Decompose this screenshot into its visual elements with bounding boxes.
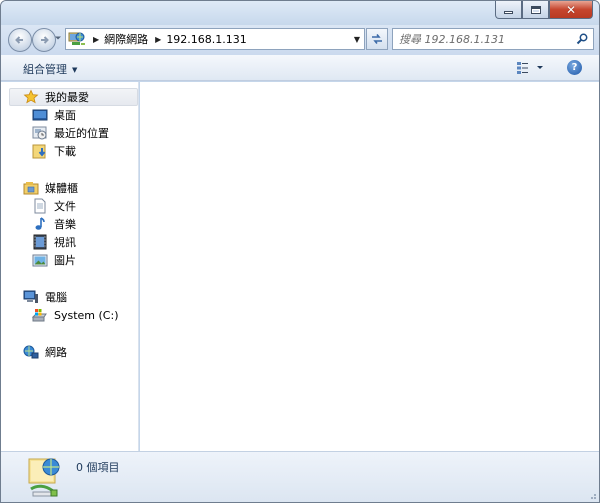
forward-button[interactable] bbox=[32, 28, 56, 52]
back-arrow-icon bbox=[15, 36, 23, 44]
search-input[interactable] bbox=[399, 32, 569, 46]
search-icon[interactable] bbox=[576, 33, 588, 45]
sidebar-item-recent-places[interactable]: 最近的位置 bbox=[32, 124, 109, 142]
sidebar-item-label: 電腦 bbox=[45, 291, 67, 304]
navigation-pane[interactable]: 我的最愛 桌面 最近的位置 下載 媒體櫃 文件 音樂 視訊 圖片 電腦 Syst… bbox=[1, 82, 139, 451]
maximize-button[interactable] bbox=[522, 1, 549, 19]
chevron-down-icon: ▼ bbox=[72, 66, 78, 74]
recent-pages-dropdown[interactable] bbox=[54, 34, 62, 42]
organize-label: 組合管理 bbox=[23, 63, 67, 76]
minimize-button[interactable] bbox=[495, 1, 522, 19]
search-box[interactable] bbox=[392, 28, 594, 50]
address-bar[interactable]: ▶ 網際網路 ▶ 192.168.1.131 ▼ bbox=[65, 28, 365, 50]
sidebar-item-computer[interactable]: 電腦 bbox=[23, 288, 67, 306]
chevron-down-icon bbox=[55, 36, 61, 40]
sidebar-item-label: 網路 bbox=[45, 346, 67, 359]
breadcrumb-separator-icon[interactable]: ▶ bbox=[155, 35, 161, 44]
view-icon bbox=[517, 62, 543, 74]
sidebar-item-label: 媒體櫃 bbox=[45, 182, 78, 195]
navigation-bar: ▶ 網際網路 ▶ 192.168.1.131 ▼ bbox=[1, 25, 599, 55]
sidebar-item-label: 圖片 bbox=[54, 254, 76, 267]
sidebar-item-network[interactable]: 網路 bbox=[23, 343, 67, 361]
caption-buttons: ✕ bbox=[495, 1, 593, 19]
sidebar-item-label: 我的最愛 bbox=[45, 91, 89, 104]
minimize-icon bbox=[504, 10, 513, 14]
explorer-window: ✕ ▶ 網際網路 ▶ 192.168.1.131 ▼ 搜尋 192.168.1.… bbox=[0, 0, 600, 503]
sidebar-item-label: 下載 bbox=[54, 145, 76, 158]
sidebar-item-system-drive[interactable]: System (C:) bbox=[31, 306, 119, 324]
network-icon bbox=[23, 344, 39, 360]
libraries-icon bbox=[23, 180, 39, 196]
sidebar-item-desktop[interactable]: 桌面 bbox=[32, 106, 76, 124]
details-pane: 0 個項目 bbox=[1, 451, 599, 502]
item-count: 0 個項目 bbox=[76, 461, 120, 474]
refresh-icon bbox=[372, 34, 382, 44]
back-button[interactable] bbox=[8, 28, 32, 52]
sidebar-item-label: 視訊 bbox=[54, 236, 76, 249]
sidebar-item-videos[interactable]: 視訊 bbox=[32, 233, 76, 251]
sidebar-item-libraries[interactable]: 媒體櫃 bbox=[23, 179, 78, 197]
star-icon bbox=[23, 89, 39, 105]
computer-icon bbox=[23, 289, 39, 305]
recent-places-icon bbox=[32, 125, 48, 141]
organize-button[interactable]: 組合管理 ▼ bbox=[23, 61, 77, 77]
documents-icon bbox=[32, 198, 48, 214]
sidebar-item-label: 桌面 bbox=[54, 109, 76, 122]
change-view-button[interactable] bbox=[515, 60, 547, 76]
maximize-icon bbox=[530, 5, 541, 14]
music-icon bbox=[32, 216, 48, 232]
command-bar: 組合管理 ▼ ? bbox=[1, 55, 599, 81]
sidebar-item-label: 最近的位置 bbox=[54, 127, 109, 140]
network-folder-icon bbox=[25, 455, 65, 499]
close-button[interactable]: ✕ bbox=[549, 1, 593, 19]
help-button[interactable]: ? bbox=[567, 60, 582, 75]
sidebar-item-pictures[interactable]: 圖片 bbox=[32, 251, 76, 269]
sidebar-item-label: 音樂 bbox=[54, 218, 76, 231]
breadcrumb-separator-icon[interactable]: ▶ bbox=[93, 35, 99, 44]
forward-arrow-icon bbox=[41, 36, 49, 44]
file-list-area[interactable] bbox=[140, 82, 599, 451]
title-bar[interactable]: ✕ bbox=[1, 1, 599, 25]
desktop-icon bbox=[32, 107, 48, 123]
help-icon: ? bbox=[571, 62, 578, 73]
sidebar-item-label: 文件 bbox=[54, 200, 76, 213]
sidebar-item-favorites[interactable]: 我的最愛 bbox=[9, 88, 138, 106]
downloads-icon bbox=[32, 143, 48, 159]
address-dropdown-icon[interactable]: ▼ bbox=[354, 35, 360, 44]
sidebar-item-downloads[interactable]: 下載 bbox=[32, 142, 76, 160]
pictures-icon bbox=[32, 252, 48, 268]
videos-icon bbox=[32, 234, 48, 250]
sidebar-item-documents[interactable]: 文件 bbox=[32, 197, 76, 215]
breadcrumb-host[interactable]: 192.168.1.131 bbox=[166, 33, 246, 46]
resize-grip-icon[interactable] bbox=[587, 490, 597, 500]
refresh-button[interactable] bbox=[366, 28, 388, 50]
network-icon bbox=[68, 31, 86, 47]
breadcrumb-network[interactable]: 網際網路 bbox=[104, 31, 148, 47]
close-icon: ✕ bbox=[565, 2, 577, 17]
sidebar-item-music[interactable]: 音樂 bbox=[32, 215, 76, 233]
sidebar-item-label: System (C:) bbox=[54, 308, 119, 322]
drive-icon bbox=[31, 307, 48, 323]
